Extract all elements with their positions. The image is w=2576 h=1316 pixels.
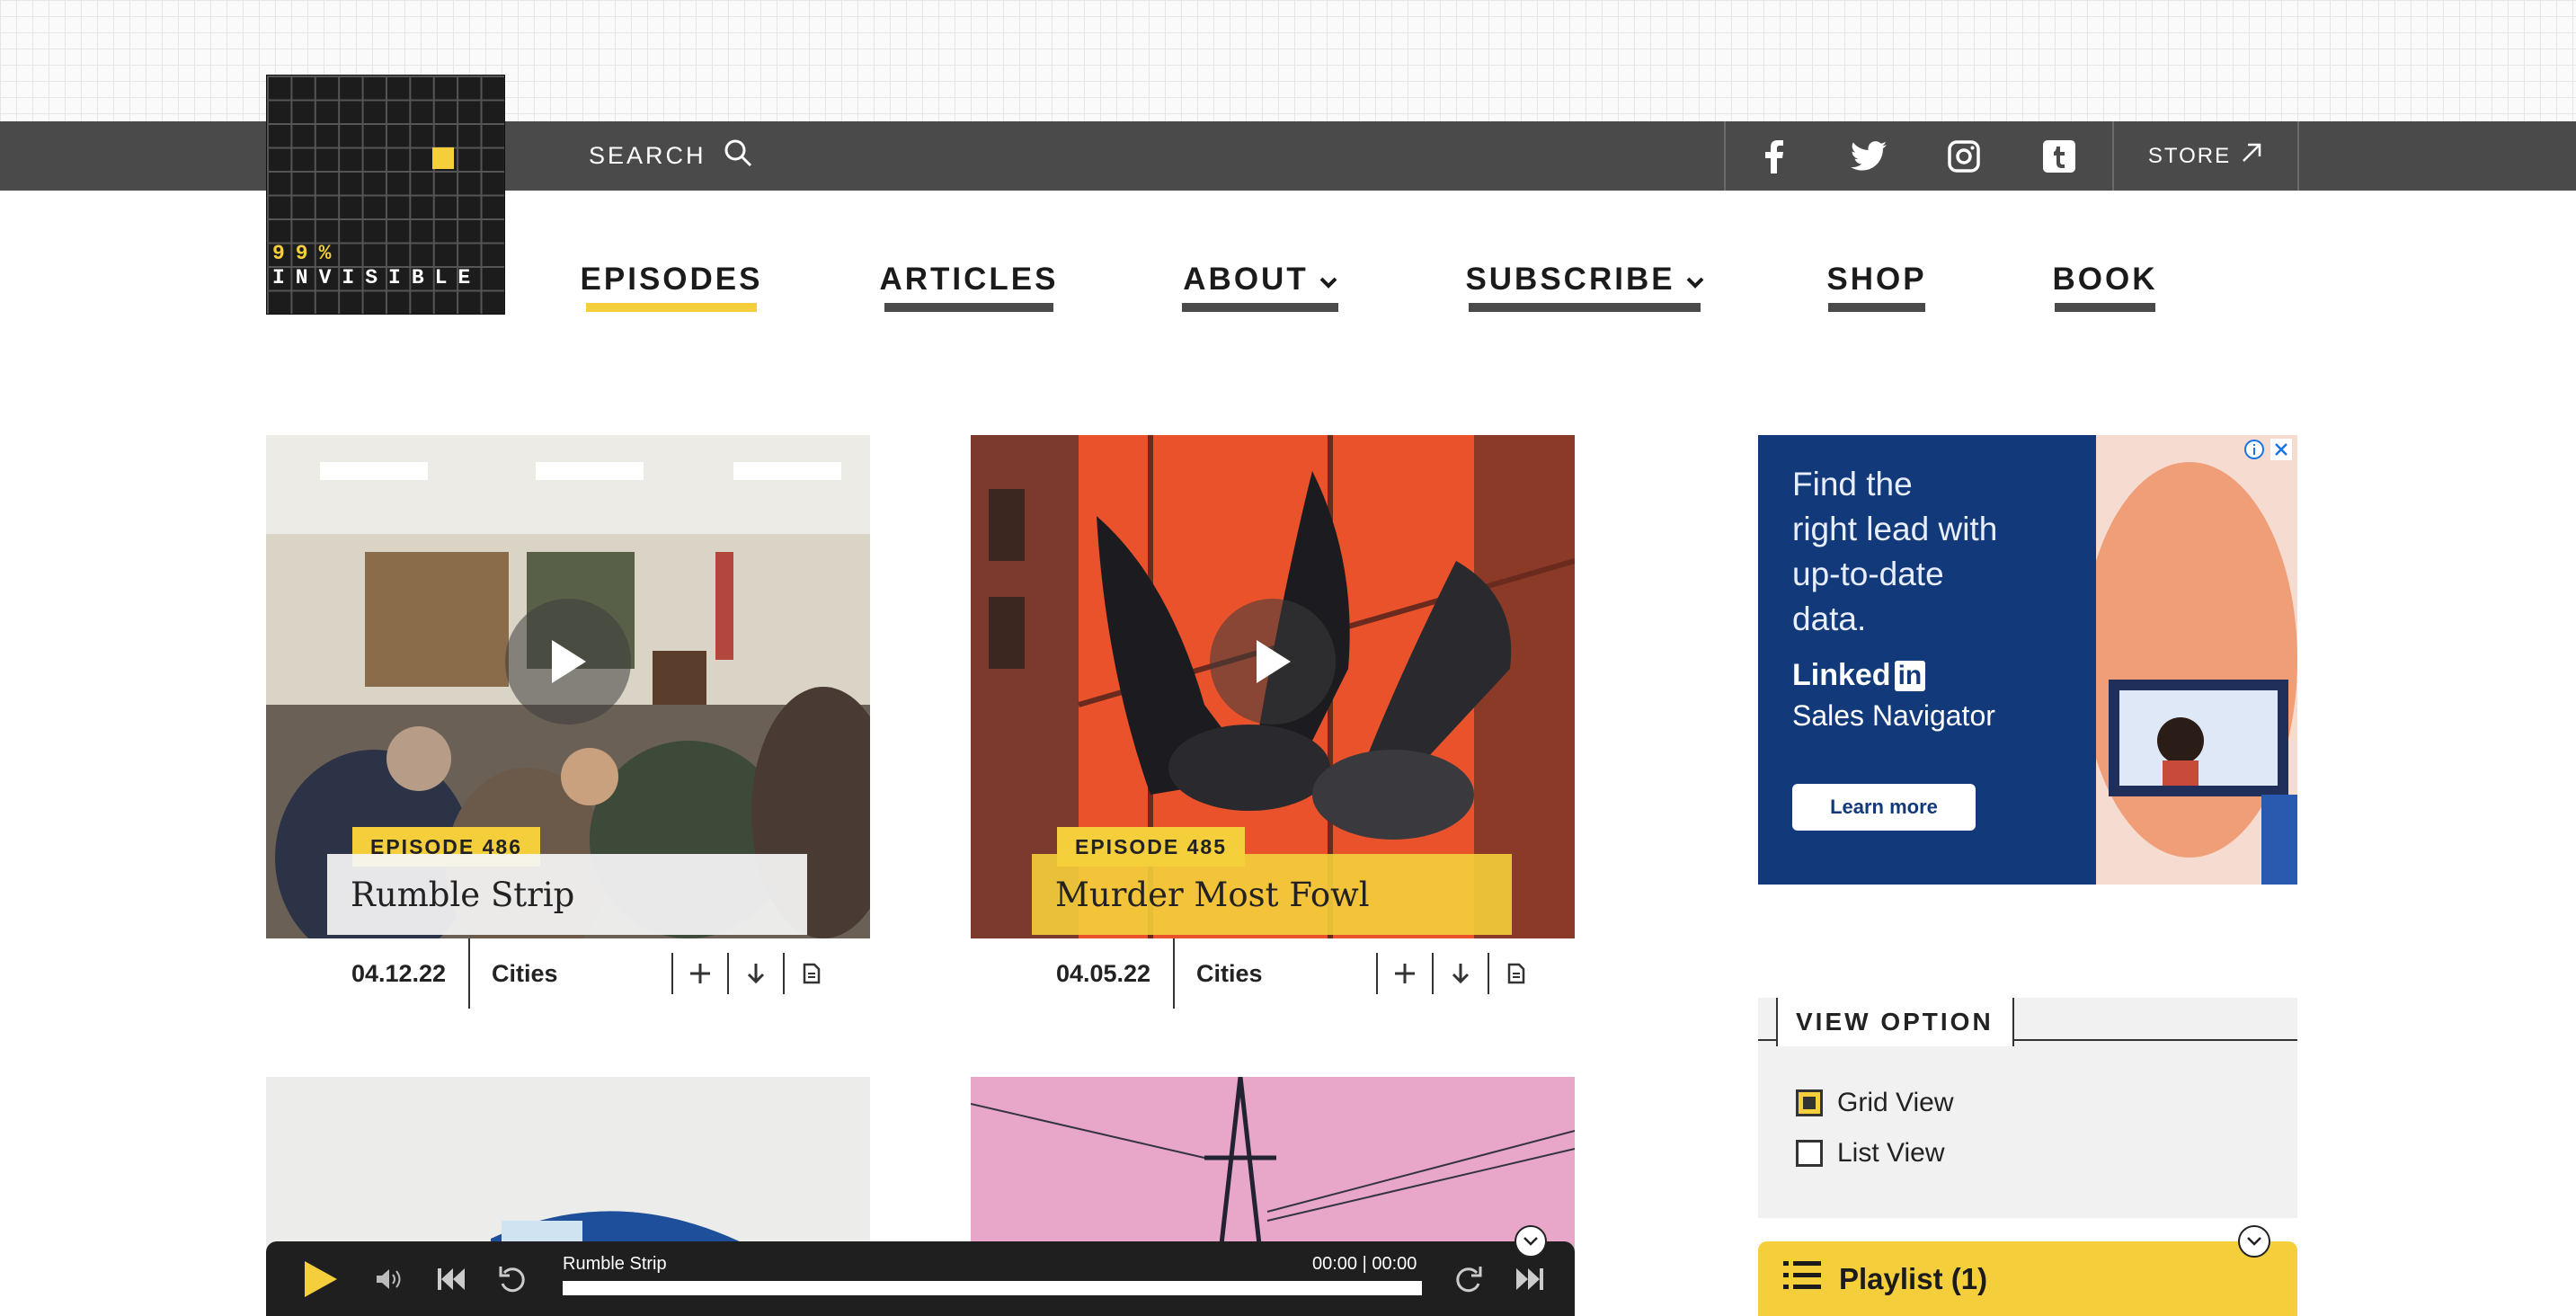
nav-shop-label: SHOP	[1826, 262, 1927, 297]
episode-date: 04.12.22	[329, 938, 470, 1009]
nav-about[interactable]: ABOUT	[1182, 256, 1338, 312]
twitter-icon[interactable]	[1821, 121, 1916, 191]
episode-card: EPISODE 485 Murder Most Fowl 04.05.22 Ci…	[971, 435, 1575, 1010]
skip-back-icon[interactable]	[433, 1241, 469, 1316]
ad-headline: Find the right lead with up-to-date data…	[1792, 462, 1997, 642]
collapse-player-icon[interactable]	[1515, 1225, 1547, 1258]
nav-shop[interactable]: SHOP	[1826, 256, 1927, 312]
episode-date: 04.05.22	[1034, 938, 1175, 1009]
nav-subscribe-label: SUBSCRIBE	[1465, 262, 1675, 297]
ad-headline-line: data.	[1792, 600, 1867, 637]
store-label: STORE	[2147, 143, 2232, 168]
store-link[interactable]: STORE	[2112, 121, 2299, 191]
episode-meta: 04.05.22 Cities	[1034, 938, 1543, 1009]
rewind-icon[interactable]	[494, 1241, 530, 1316]
episode-title[interactable]: Rumble Strip	[327, 854, 807, 935]
ad-headline-line: up-to-date	[1792, 556, 1944, 592]
grid-view-label: Grid View	[1837, 1088, 1954, 1117]
track-title: Rumble Strip	[563, 1254, 667, 1274]
fast-forward-icon[interactable]	[1451, 1241, 1487, 1316]
tumblr-icon[interactable]	[2012, 121, 2107, 191]
play-button[interactable]	[1210, 599, 1336, 725]
ad-brand-name: Linked	[1792, 658, 1891, 692]
chevron-down-icon	[1319, 262, 1337, 298]
nav-episodes-label: EPISODES	[580, 262, 763, 297]
download-icon[interactable]	[727, 953, 783, 994]
view-option-panel: VIEW OPTION Grid View List View	[1758, 998, 2297, 1218]
ad-product: Sales Navigator	[1792, 699, 1995, 732]
play-icon[interactable]	[298, 1241, 343, 1316]
social-links	[1724, 121, 2107, 191]
add-to-playlist-icon[interactable]	[1376, 953, 1432, 994]
episode-meta: 04.12.22 Cities	[329, 938, 839, 1009]
collapse-playlist-icon[interactable]	[2238, 1225, 2270, 1258]
ad-info-icon[interactable]	[2243, 439, 2265, 465]
advertisement[interactable]: Find the right lead with up-to-date data…	[1758, 435, 2297, 885]
ad-brand-in: in	[1894, 660, 1926, 691]
instagram-icon[interactable]	[1916, 121, 2012, 191]
episode-category[interactable]: Cities	[470, 960, 671, 988]
transcript-icon[interactable]	[1488, 953, 1543, 994]
nav-articles-label: ARTICLES	[879, 262, 1059, 297]
play-button[interactable]	[505, 599, 631, 725]
ad-brand: Linked in	[1792, 658, 1926, 693]
search-button[interactable]: SEARCH	[589, 138, 753, 174]
audio-player: Rumble Strip 00:00 | 00:00	[266, 1241, 1575, 1316]
ad-controls	[2243, 439, 2292, 465]
nav-episodes[interactable]: EPISODES	[581, 256, 759, 312]
external-arrow-icon	[2240, 141, 2263, 171]
facebook-icon[interactable]	[1726, 121, 1821, 191]
nav-book[interactable]: BOOK	[2052, 256, 2158, 312]
grid-view-option[interactable]: Grid View	[1796, 1088, 1954, 1118]
logo-yellow-square	[432, 147, 454, 169]
episode-card: EPISODE 486 Rumble Strip 04.12.22 Cities	[266, 435, 870, 1010]
chevron-down-icon	[1686, 262, 1704, 298]
episode-category[interactable]: Cities	[1175, 960, 1376, 988]
nav-about-label: ABOUT	[1183, 262, 1309, 297]
list-view-label: List View	[1837, 1138, 1945, 1168]
add-to-playlist-icon[interactable]	[671, 953, 727, 994]
track-time: 00:00 | 00:00	[1312, 1254, 1417, 1274]
playlist-toggle[interactable]: Playlist (1)	[1758, 1241, 2297, 1316]
progress-bar[interactable]	[563, 1281, 1422, 1295]
ad-headline-line: Find the	[1792, 466, 1913, 502]
search-label: SEARCH	[589, 141, 706, 169]
nav-book-label: BOOK	[2052, 262, 2158, 297]
list-view-option[interactable]: List View	[1796, 1138, 1945, 1169]
volume-icon[interactable]	[372, 1241, 404, 1316]
download-icon[interactable]	[1432, 953, 1488, 994]
nav-articles[interactable]: ARTICLES	[880, 256, 1056, 312]
view-option-title: VIEW OPTION	[1776, 998, 2014, 1046]
search-icon	[723, 138, 753, 174]
ad-close-icon[interactable]	[2270, 439, 2292, 465]
site-logo[interactable]: 99% INVISIBLE	[266, 75, 505, 315]
playlist-label: Playlist (1)	[1839, 1261, 1988, 1295]
nav-subscribe[interactable]: SUBSCRIBE	[1465, 256, 1704, 312]
list-icon	[1783, 1259, 1821, 1299]
grid-view-checkbox[interactable]	[1796, 1089, 1823, 1116]
logo-name: INVISIBLE	[272, 266, 482, 289]
logo-percent: 99%	[272, 242, 342, 265]
ad-cta-button[interactable]: Learn more	[1792, 784, 1976, 831]
list-view-checkbox[interactable]	[1796, 1140, 1823, 1167]
transcript-icon[interactable]	[783, 953, 839, 994]
ad-headline-line: right lead with	[1792, 511, 1998, 547]
episode-title[interactable]: Murder Most Fowl	[1032, 854, 1512, 935]
